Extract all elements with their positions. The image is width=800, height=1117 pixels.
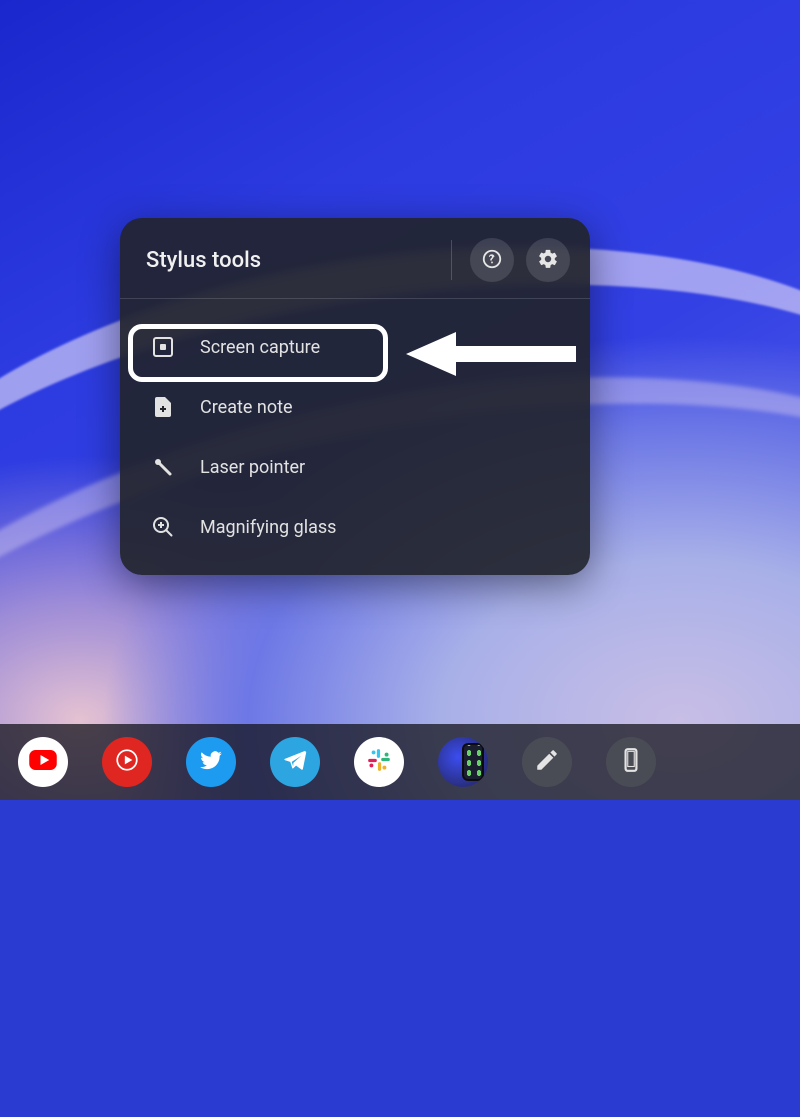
laser-pointer-icon [150,454,176,480]
screen-capture-icon [150,334,176,360]
shelf-taskbar [0,724,800,800]
menu-item-label: Laser pointer [200,457,305,478]
gear-icon [537,248,559,273]
create-note-icon [150,394,176,420]
help-icon [481,248,503,273]
menu-item-magnifying-glass[interactable]: Magnifying glass [136,497,574,557]
twitter-icon [198,747,224,777]
menu-item-label: Screen capture [200,337,320,358]
help-button[interactable] [470,238,514,282]
shelf-window-preview[interactable] [438,737,488,787]
stylus-tools-menu: Screen capture Create note Laser pointer… [120,307,590,561]
shelf-app-youtube-music[interactable] [102,737,152,787]
slack-icon [366,747,392,777]
youtube-icon [28,745,58,779]
shelf-phone-hub-button[interactable] [606,737,656,787]
menu-item-create-note[interactable]: Create note [136,377,574,437]
menu-item-label: Magnifying glass [200,517,336,538]
stylus-icon [534,747,560,777]
shelf-app-youtube[interactable] [18,737,68,787]
stylus-tools-panel: Stylus tools Screen capture Create note [120,218,590,575]
header-divider [451,240,452,280]
panel-header: Stylus tools [120,218,590,298]
panel-title: Stylus tools [146,248,441,273]
menu-item-label: Create note [200,397,293,418]
telegram-icon [282,747,308,777]
settings-button[interactable] [526,238,570,282]
panel-separator [120,298,590,299]
menu-item-screen-capture[interactable]: Screen capture [136,317,574,377]
shelf-app-twitter[interactable] [186,737,236,787]
shelf-app-slack[interactable] [354,737,404,787]
shelf-app-telegram[interactable] [270,737,320,787]
magnifying-glass-icon [150,514,176,540]
menu-item-laser-pointer[interactable]: Laser pointer [136,437,574,497]
shelf-stylus-tools-button[interactable] [522,737,572,787]
youtube-music-icon [114,747,140,777]
phone-hub-icon [618,747,644,777]
